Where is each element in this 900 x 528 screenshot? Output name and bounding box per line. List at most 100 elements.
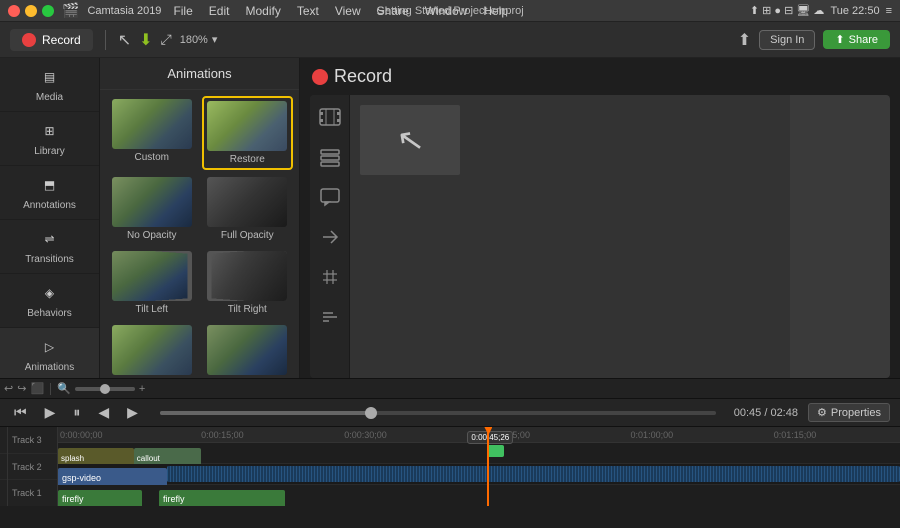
text-menu[interactable]: Text	[293, 2, 323, 20]
track-controls-bar: ↩ ↪ ⬛ 🔍 +	[0, 379, 900, 399]
canvas-main[interactable]: ↖	[350, 95, 790, 378]
zoom-in-button[interactable]: +	[139, 383, 145, 395]
title-bar: 🎬 Camtasia 2019 File Edit Modify Text Vi…	[0, 0, 900, 22]
library-icon: ⊞	[39, 120, 61, 142]
track1-row[interactable]: firefly firefly	[58, 485, 900, 506]
sidebar-item-library[interactable]: ⊞ Library	[0, 112, 99, 166]
file-menu[interactable]: File	[169, 2, 196, 20]
modify-menu[interactable]: Modify	[241, 2, 284, 20]
record-title: Record	[334, 66, 392, 87]
animation-restore[interactable]: Restore	[202, 96, 294, 170]
ruler-mark-2: 0:00:30;00	[344, 430, 387, 440]
record-indicator-dot	[312, 69, 328, 85]
animations-panel: Animations Custom Restore No Opacity	[100, 58, 300, 378]
timeline-section: ↩ ↪ ⬛ 🔍 + ⏮ ▶ ⏸ ◀ ▶ 00:45 / 02:48 ⚙ Prop…	[0, 378, 900, 506]
pause-button[interactable]: ⏸	[69, 402, 84, 423]
record-indicator: Record	[312, 66, 392, 87]
undo-button[interactable]: ↩	[4, 382, 13, 395]
animation-custom-label: Custom	[135, 152, 169, 163]
close-button[interactable]	[8, 5, 20, 17]
sidebar-item-media[interactable]: ▤ Media	[0, 58, 99, 112]
track3-label: Track 3	[8, 427, 57, 454]
animation-custom[interactable]: Custom	[106, 96, 198, 170]
animation-tilt-left-label: Tilt Left	[136, 304, 168, 315]
ruler-mark-1: 0:00:15;00	[201, 430, 244, 440]
animation-custom-thumb	[112, 99, 192, 149]
track2-row[interactable]: gsp-video	[58, 464, 900, 485]
fullscreen-button[interactable]	[42, 5, 54, 17]
canvas-viewport[interactable]: ↖	[310, 95, 890, 378]
track1-firefly1-clip[interactable]: firefly	[58, 490, 142, 506]
edit-menu[interactable]: Edit	[205, 2, 234, 20]
playhead[interactable]	[487, 427, 489, 506]
redo-button[interactable]: ↪	[17, 382, 26, 395]
sidebar-label-transitions: Transitions	[25, 254, 74, 265]
minimize-button[interactable]	[25, 5, 37, 17]
animation-full-opacity-thumb	[207, 177, 287, 227]
ruler-mark-0: 0:00:00;00	[60, 430, 103, 440]
animations-icon: ▷	[39, 336, 61, 358]
animation-no-opacity-thumb	[112, 177, 192, 227]
sidebar-label-behaviors: Behaviors	[27, 308, 71, 319]
zoom-out-button[interactable]: 🔍	[57, 382, 71, 395]
view-menu[interactable]: View	[331, 2, 365, 20]
traffic-lights[interactable]	[8, 5, 54, 17]
more-tools-icon[interactable]	[316, 303, 344, 331]
animation-no-opacity-label: No Opacity	[127, 230, 176, 241]
sidebar-label-annotations: Annotations	[23, 200, 76, 211]
share-button[interactable]: ⬆ Share	[823, 30, 890, 49]
scrubber-bar[interactable]	[160, 411, 716, 415]
animation-tilt-right-label: Tilt Right	[228, 304, 267, 315]
waveform	[167, 466, 900, 482]
sidebar-item-transitions[interactable]: ⇌ Transitions	[0, 220, 99, 274]
zoom-dropdown-arrow[interactable]: ▾	[212, 33, 218, 46]
record-button[interactable]: Record	[10, 29, 93, 51]
cursor-icon: ↖	[118, 30, 131, 50]
comment-icon[interactable]	[316, 183, 344, 211]
arrow-icon[interactable]	[316, 223, 344, 251]
sidebar-item-annotations[interactable]: ⬒ Annotations	[0, 166, 99, 220]
animation-scale-up[interactable]: Scale Up	[106, 322, 198, 378]
timeline-tracks-area: Track 3 Track 2 Track 1 0:00:00;00 0:00:…	[0, 427, 900, 506]
ruler-mark-5: 0:01:15;00	[774, 430, 817, 440]
animation-scale-up-thumb	[112, 325, 192, 375]
expand-icon: ⤢	[161, 31, 172, 48]
gear-icon: ⚙	[817, 406, 827, 419]
track3-row[interactable]: splash callout 0:00:45;26	[58, 443, 900, 464]
sidebar-label-library: Library	[34, 146, 65, 157]
skip-back-button[interactable]: ⏮	[10, 402, 31, 423]
sidebar-item-behaviors[interactable]: ◈ Behaviors	[0, 274, 99, 328]
layers-icon[interactable]	[316, 143, 344, 171]
scrubber-thumb[interactable]	[365, 407, 377, 419]
animation-scale-down-thumb	[207, 325, 287, 375]
animation-tilt-left[interactable]: Tilt Left	[106, 248, 198, 318]
animation-no-opacity[interactable]: No Opacity	[106, 174, 198, 244]
track2-audio[interactable]	[167, 466, 900, 482]
project-name: Getting Started Project.cmproj	[376, 5, 523, 17]
zoom-control[interactable]: 180% ▾	[180, 33, 218, 46]
share-label: Share	[849, 34, 878, 46]
play-button[interactable]: ▶	[41, 402, 60, 423]
grid-icon[interactable]	[316, 263, 344, 291]
range-marker-time: 0:00:45;26	[467, 431, 513, 444]
split-button[interactable]: ⬛	[30, 382, 44, 395]
properties-button[interactable]: ⚙ Properties	[808, 403, 890, 422]
sign-in-button[interactable]: Sign In	[759, 30, 815, 50]
ruler-mark-4: 0:01:00;00	[631, 430, 674, 440]
track1-firefly2-clip[interactable]: firefly	[159, 490, 285, 506]
zoom-slider-thumb[interactable]	[75, 387, 135, 391]
animation-restore-thumb	[207, 101, 287, 151]
toolbar: Record ↖ ⬇ ⤢ 180% ▾ ⬆ Sign In ⬆ Share	[0, 22, 900, 58]
next-frame-button[interactable]: ▶	[123, 402, 142, 423]
sidebar-item-animations[interactable]: ▷ Animations	[0, 328, 99, 378]
animation-scale-down[interactable]: Scale Down	[202, 322, 294, 378]
download-icon: ⬇	[139, 30, 152, 50]
canvas-header: Record	[300, 58, 900, 95]
prev-frame-button[interactable]: ◀	[94, 402, 113, 423]
animation-tilt-right[interactable]: Tilt Right	[202, 248, 294, 318]
toolbar-separator	[105, 30, 106, 50]
animation-full-opacity[interactable]: Full Opacity	[202, 174, 294, 244]
title-bar-right: ⬆ ⊞ ● ⊟ 🖥 ☁ Tue 22:50 ≡	[750, 4, 892, 17]
canvas-preview: ↖	[360, 105, 460, 175]
film-icon[interactable]	[316, 103, 344, 131]
